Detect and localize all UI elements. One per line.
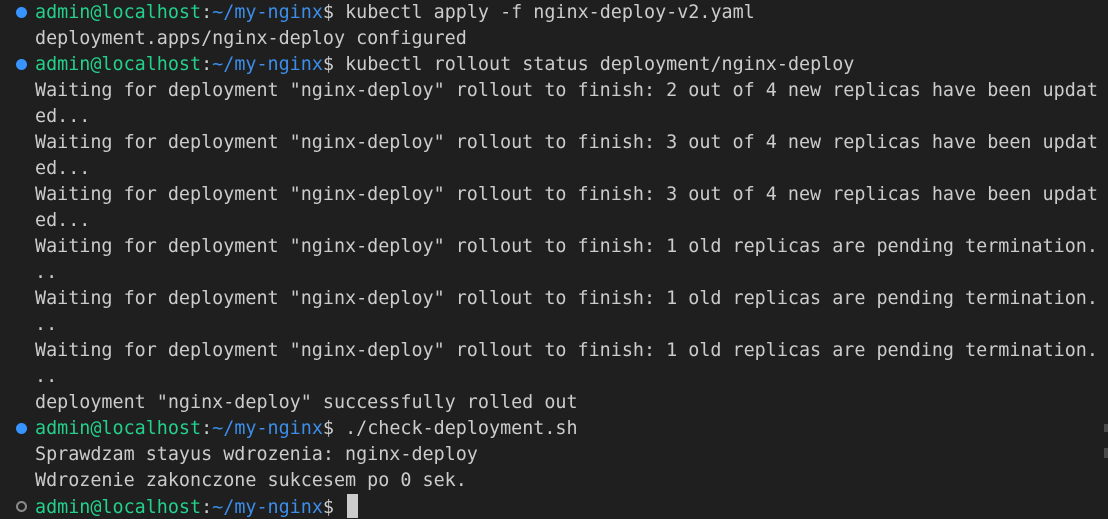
output-text: deployment.apps/nginx-deploy configured (35, 28, 467, 49)
output-text: ed... (35, 158, 91, 179)
output-line: Wdrozenie zakonczone sukcesem po 0 sek. (0, 468, 1108, 494)
output-line: ed... (0, 208, 1108, 234)
prompt-path: ~/my-nginx (212, 418, 323, 439)
output-line: Waiting for deployment "nginx-deploy" ro… (0, 130, 1108, 156)
prompt-separator: : (201, 54, 213, 75)
output-line: .. (0, 364, 1108, 390)
prompt-user: admin@localhost (35, 2, 202, 23)
prompt-line: admin@localhost:~/my-nginx$ kubectl appl… (0, 0, 1108, 26)
command-success-dot-icon[interactable] (16, 59, 27, 70)
output-text: deployment "nginx-deploy" successfully r… (35, 392, 578, 413)
prompt-path: ~/my-nginx (212, 2, 323, 23)
terminal-panel[interactable]: admin@localhost:~/my-nginx$ kubectl appl… (0, 0, 1108, 519)
output-text: .. (35, 366, 58, 387)
output-line: Waiting for deployment "nginx-deploy" ro… (0, 286, 1108, 312)
prompt-user: admin@localhost (35, 418, 202, 439)
output-line: Waiting for deployment "nginx-deploy" ro… (0, 78, 1108, 104)
command-text: kubectl rollout status deployment/nginx-… (345, 54, 855, 75)
prompt-line: admin@localhost:~/my-nginx$ (0, 494, 1108, 519)
output-text: .. (35, 262, 58, 283)
prompt-line: admin@localhost:~/my-nginx$ kubectl roll… (0, 52, 1108, 78)
output-text: .. (35, 314, 58, 335)
output-line: deployment "nginx-deploy" successfully r… (0, 390, 1108, 416)
output-line: deployment.apps/nginx-deploy configured (0, 26, 1108, 52)
output-line: ed... (0, 156, 1108, 182)
output-text: Wdrozenie zakonczone sukcesem po 0 sek. (35, 470, 467, 491)
prompt-path: ~/my-nginx (212, 54, 323, 75)
terminal-cursor (347, 494, 359, 518)
prompt-user: admin@localhost (35, 497, 202, 518)
output-line: .. (0, 260, 1108, 286)
prompt-user: admin@localhost (35, 54, 202, 75)
output-text: ed... (35, 106, 91, 127)
command-text: kubectl apply -f nginx-deploy-v2.yaml (345, 2, 755, 23)
command-pending-circle-icon[interactable] (16, 501, 27, 512)
output-line: Waiting for deployment "nginx-deploy" ro… (0, 182, 1108, 208)
prompt-symbol: $ (322, 497, 346, 518)
output-line: Waiting for deployment "nginx-deploy" ro… (0, 234, 1108, 260)
output-text: Waiting for deployment "nginx-deploy" ro… (35, 236, 1098, 257)
prompt-separator: : (201, 2, 213, 23)
prompt-path: ~/my-nginx (212, 497, 323, 518)
output-line: Waiting for deployment "nginx-deploy" ro… (0, 338, 1108, 364)
prompt-symbol: $ (322, 2, 346, 23)
command-success-dot-icon[interactable] (16, 7, 27, 18)
output-text: Waiting for deployment "nginx-deploy" ro… (35, 288, 1098, 309)
output-line: .. (0, 312, 1108, 338)
prompt-symbol: $ (322, 418, 346, 439)
command-text: ./check-deployment.sh (345, 418, 578, 439)
prompt-symbol: $ (322, 54, 346, 75)
output-text: Waiting for deployment "nginx-deploy" ro… (35, 184, 1098, 205)
prompt-separator: : (201, 418, 213, 439)
output-text: Waiting for deployment "nginx-deploy" ro… (35, 132, 1098, 153)
output-line: Sprawdzam stayus wdrozenia: nginx-deploy (0, 442, 1108, 468)
command-success-dot-icon[interactable] (16, 423, 27, 434)
output-text: ed... (35, 210, 91, 231)
prompt-separator: : (201, 497, 213, 518)
output-line: ed... (0, 104, 1108, 130)
output-text: Waiting for deployment "nginx-deploy" ro… (35, 340, 1098, 361)
prompt-line: admin@localhost:~/my-nginx$ ./check-depl… (0, 416, 1108, 442)
output-text: Sprawdzam stayus wdrozenia: nginx-deploy (35, 444, 478, 465)
output-text: Waiting for deployment "nginx-deploy" ro… (35, 80, 1098, 101)
